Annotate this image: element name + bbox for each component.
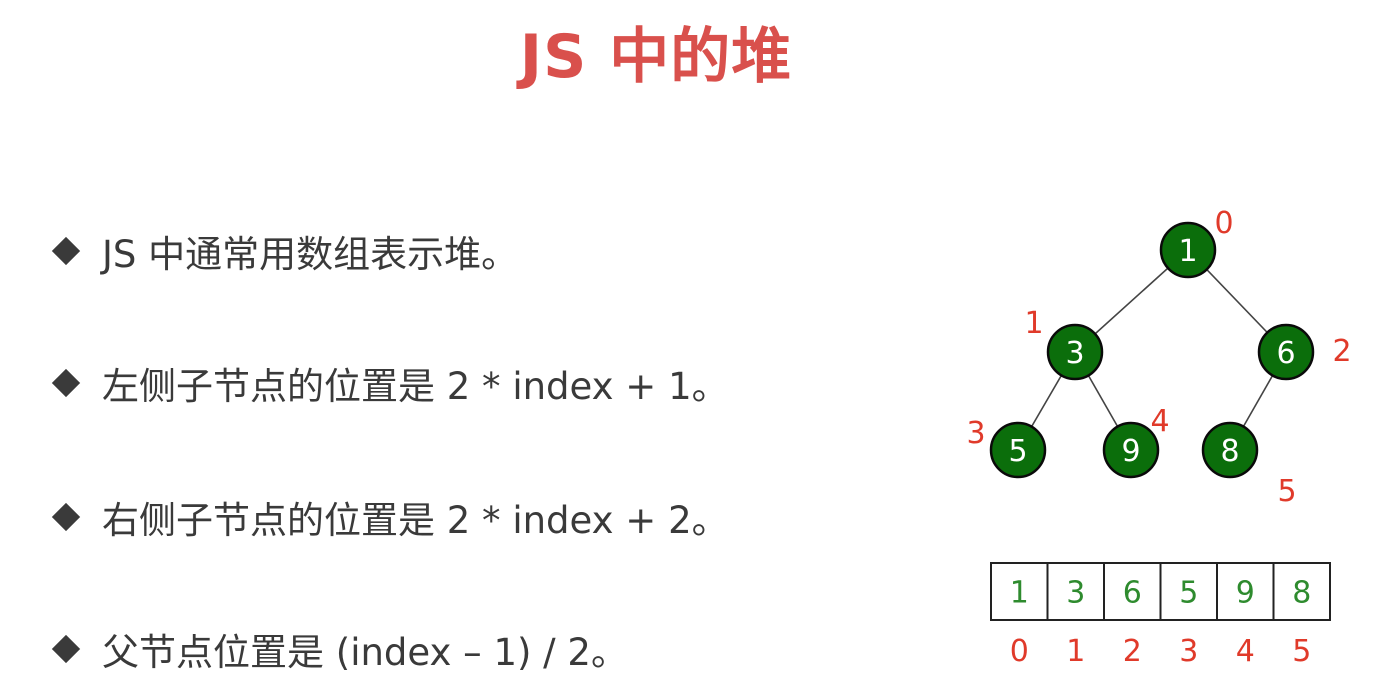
heap-diagram: 13 65 9 80123 451 3 6 5 9 80 1 2 3 4 5 [966, 206, 1351, 669]
tree-index-label: 0 [1214, 206, 1233, 241]
array-cell-value: 1 [1010, 576, 1029, 611]
tree-index-label: 4 [1150, 404, 1169, 439]
tree-index-label: 1 [1024, 306, 1043, 341]
tree-node-value: 9 [1121, 434, 1140, 469]
tree-node-value: 1 [1178, 234, 1197, 269]
array-cell-value: 3 [1066, 576, 1085, 611]
array-cell-value: 6 [1123, 576, 1142, 611]
tree-node-value: 5 [1008, 434, 1027, 469]
array-index-label: 1 [1066, 634, 1085, 669]
tree-node-value: 6 [1276, 336, 1295, 371]
array-cell-value: 8 [1292, 576, 1311, 611]
array-index-label: 2 [1123, 634, 1142, 669]
array-index-label: 5 [1292, 634, 1311, 669]
tree-node-value: 8 [1220, 434, 1239, 469]
tree-index-label: 2 [1332, 334, 1351, 369]
array-index-label: 3 [1179, 634, 1198, 669]
tree-index-label: 3 [966, 416, 985, 451]
tree-index-label: 5 [1277, 474, 1296, 509]
tree-node-value: 3 [1065, 336, 1084, 371]
array-cell-value: 9 [1236, 576, 1255, 611]
array-index-label: 4 [1236, 634, 1255, 669]
array-index-label: 0 [1010, 634, 1029, 669]
array-cell-value: 5 [1179, 576, 1198, 611]
